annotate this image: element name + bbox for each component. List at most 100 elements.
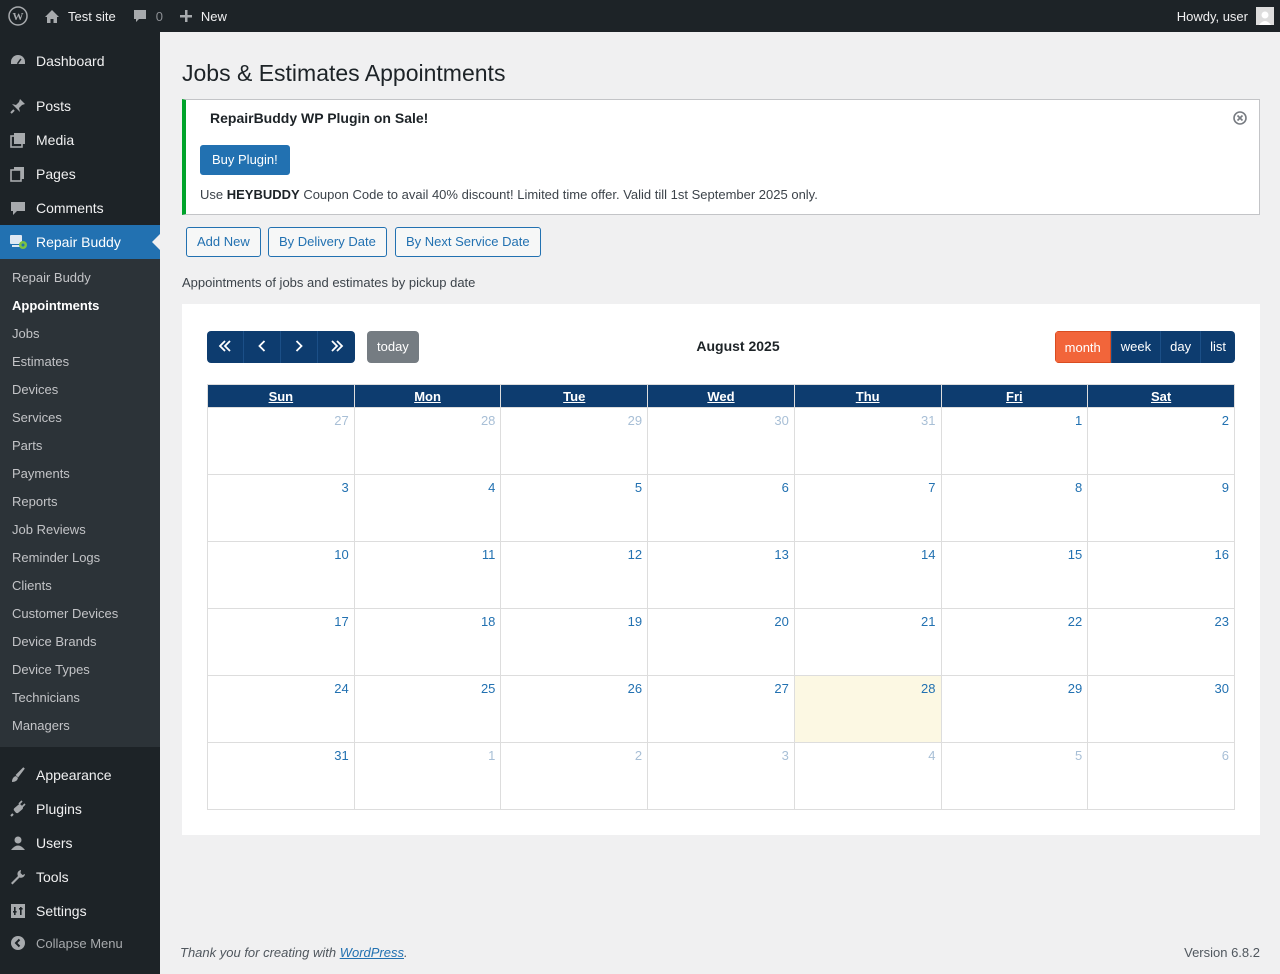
menu-item-tools[interactable]: Tools xyxy=(0,860,160,894)
submenu-clients[interactable]: Clients xyxy=(12,576,52,596)
day-number[interactable]: 27 xyxy=(334,413,348,428)
day-number[interactable]: 4 xyxy=(488,480,495,495)
day-cell[interactable]: 28 xyxy=(353,407,502,475)
submenu-technicians[interactable]: Technicians xyxy=(12,688,80,708)
wordpress-link[interactable]: WordPress xyxy=(340,945,404,960)
submenu-parts[interactable]: Parts xyxy=(12,436,42,456)
site-name-link[interactable]: Test site xyxy=(36,0,124,32)
day-number[interactable]: 1 xyxy=(488,748,495,763)
day-number[interactable]: 30 xyxy=(1215,681,1229,696)
day-number[interactable]: 13 xyxy=(774,547,788,562)
day-number[interactable]: 8 xyxy=(1075,480,1082,495)
day-number[interactable]: 5 xyxy=(635,480,642,495)
day-cell[interactable]: 8 xyxy=(940,474,1089,542)
add-new-button[interactable]: Add New xyxy=(186,227,261,257)
day-cell[interactable]: 30 xyxy=(647,407,795,475)
day-number[interactable]: 3 xyxy=(782,748,789,763)
day-cell[interactable]: 9 xyxy=(1087,474,1235,542)
day-cell[interactable]: 27 xyxy=(207,407,355,475)
submenu-services[interactable]: Services xyxy=(12,408,62,428)
day-number[interactable]: 25 xyxy=(481,681,495,696)
day-number[interactable]: 5 xyxy=(1075,748,1082,763)
day-cell[interactable]: 23 xyxy=(1087,608,1235,676)
day-cell[interactable]: 2 xyxy=(500,742,649,810)
day-cell[interactable]: 19 xyxy=(500,608,649,676)
day-cell[interactable]: 22 xyxy=(940,608,1089,676)
my-account-link[interactable]: Howdy, user xyxy=(1169,0,1280,32)
day-cell[interactable]: 6 xyxy=(647,474,795,542)
menu-item-posts[interactable]: Posts xyxy=(0,89,160,123)
wordpress-logo-icon[interactable]: W xyxy=(0,0,36,32)
day-cell[interactable]: 2 xyxy=(1087,407,1235,475)
day-cell[interactable]: 4 xyxy=(353,474,502,542)
day-number[interactable]: 31 xyxy=(921,413,935,428)
day-cell[interactable]: 13 xyxy=(647,541,795,609)
day-cell[interactable]: 4 xyxy=(793,742,942,810)
menu-item-settings[interactable]: Settings xyxy=(0,894,160,928)
day-number[interactable]: 28 xyxy=(481,413,495,428)
day-cell[interactable]: 1 xyxy=(940,407,1089,475)
by-next-service-date-button[interactable]: By Next Service Date xyxy=(395,227,541,257)
buy-plugin-button[interactable]: Buy Plugin! xyxy=(200,145,290,175)
day-number[interactable]: 2 xyxy=(1222,413,1229,428)
day-number[interactable]: 31 xyxy=(334,748,348,763)
day-cell[interactable]: 5 xyxy=(500,474,649,542)
submenu-jobs[interactable]: Jobs xyxy=(12,324,39,344)
day-cell[interactable]: 7 xyxy=(793,474,942,542)
weekday-header[interactable]: Sun xyxy=(207,384,355,408)
submenu-customer-devices[interactable]: Customer Devices xyxy=(12,604,118,624)
day-cell[interactable]: 1 xyxy=(353,742,502,810)
day-cell[interactable]: 21 xyxy=(793,608,942,676)
day-number[interactable]: 18 xyxy=(481,614,495,629)
day-cell[interactable]: 11 xyxy=(353,541,502,609)
day-number[interactable]: 29 xyxy=(1068,681,1082,696)
day-number[interactable]: 19 xyxy=(628,614,642,629)
weekday-header[interactable]: Mon xyxy=(353,384,502,408)
day-cell[interactable]: 18 xyxy=(353,608,502,676)
day-number[interactable]: 4 xyxy=(928,748,935,763)
day-cell[interactable]: 31 xyxy=(793,407,942,475)
weekday-header[interactable]: Fri xyxy=(940,384,1089,408)
day-number[interactable]: 10 xyxy=(334,547,348,562)
day-number[interactable]: 17 xyxy=(334,614,348,629)
submenu-managers[interactable]: Managers xyxy=(12,716,70,736)
day-number[interactable]: 1 xyxy=(1075,413,1082,428)
day-number[interactable]: 24 xyxy=(334,681,348,696)
day-number[interactable]: 27 xyxy=(774,681,788,696)
submenu-devices[interactable]: Devices xyxy=(12,380,58,400)
day-cell[interactable]: 3 xyxy=(207,474,355,542)
view-list-button[interactable]: list xyxy=(1200,331,1235,363)
day-cell[interactable]: 26 xyxy=(500,675,649,743)
day-cell[interactable]: 29 xyxy=(940,675,1089,743)
menu-item-media[interactable]: Media xyxy=(0,123,160,157)
day-number[interactable]: 3 xyxy=(341,480,348,495)
day-cell[interactable]: 6 xyxy=(1087,742,1235,810)
menu-item-dashboard[interactable]: Dashboard xyxy=(0,44,160,78)
day-number[interactable]: 14 xyxy=(921,547,935,562)
submenu-device-types[interactable]: Device Types xyxy=(12,660,90,680)
day-cell[interactable]: 29 xyxy=(500,407,649,475)
day-cell[interactable]: 16 xyxy=(1087,541,1235,609)
day-cell[interactable]: 5 xyxy=(940,742,1089,810)
by-delivery-date-button[interactable]: By Delivery Date xyxy=(268,227,387,257)
day-cell[interactable]: 25 xyxy=(353,675,502,743)
submenu-job-reviews[interactable]: Job Reviews xyxy=(12,520,86,540)
submenu-reminder-logs[interactable]: Reminder Logs xyxy=(12,548,100,568)
day-number[interactable]: 7 xyxy=(928,480,935,495)
day-cell[interactable]: 10 xyxy=(207,541,355,609)
day-number[interactable]: 15 xyxy=(1068,547,1082,562)
new-content-link[interactable]: New xyxy=(171,0,235,32)
day-number[interactable]: 6 xyxy=(1222,748,1229,763)
day-cell[interactable]: 17 xyxy=(207,608,355,676)
dismiss-notice-icon[interactable] xyxy=(1233,111,1247,125)
day-number[interactable]: 20 xyxy=(774,614,788,629)
day-number[interactable]: 6 xyxy=(782,480,789,495)
view-week-button[interactable]: week xyxy=(1110,331,1161,363)
submenu-appointments[interactable]: Appointments xyxy=(12,296,99,316)
day-number[interactable]: 26 xyxy=(628,681,642,696)
day-number[interactable]: 2 xyxy=(635,748,642,763)
day-cell[interactable]: 20 xyxy=(647,608,795,676)
menu-item-comments[interactable]: Comments xyxy=(0,191,160,225)
day-cell[interactable]: 27 xyxy=(647,675,795,743)
day-number[interactable]: 12 xyxy=(628,547,642,562)
